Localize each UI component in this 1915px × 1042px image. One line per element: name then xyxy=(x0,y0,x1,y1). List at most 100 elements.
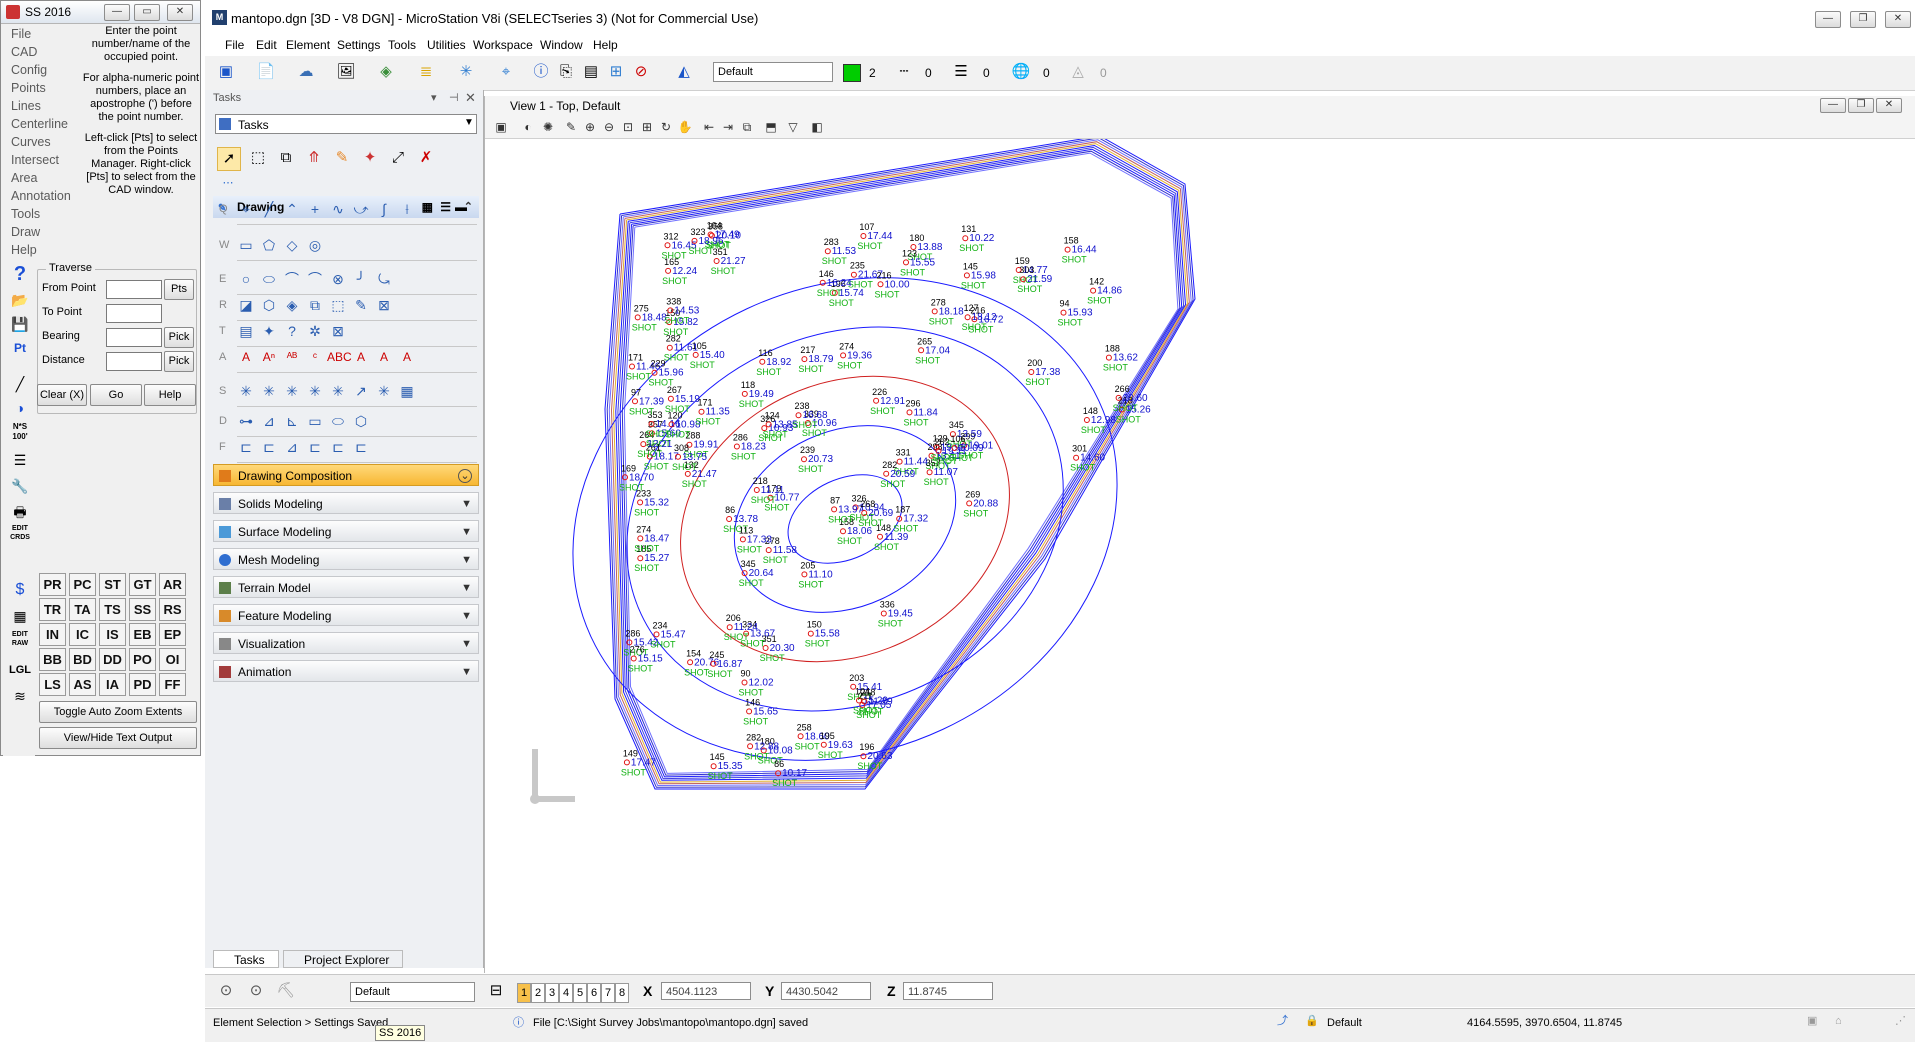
section-terrain-model[interactable]: Terrain Model ▼ xyxy=(213,576,479,598)
active-level-select[interactable]: Default xyxy=(713,62,833,82)
drawing-tool-icon[interactable]: ᴬᴮ xyxy=(281,346,303,368)
view-list-icon[interactable]: ☰ xyxy=(440,196,451,218)
edit-raw-icon[interactable]: EDIT RAW xyxy=(6,629,34,655)
section-visualization[interactable]: Visualization ▼ xyxy=(213,632,479,654)
survey-point-marker[interactable] xyxy=(850,271,857,278)
y-coordinate-field[interactable]: 4430.5042 xyxy=(781,982,871,1000)
tab-tasks[interactable]: Tasks xyxy=(213,950,279,968)
menu-tools[interactable]: Tools xyxy=(388,36,416,54)
line-icon[interactable]: ╱ xyxy=(6,371,34,397)
drawing-tool-icon[interactable]: ⟊ xyxy=(396,198,418,220)
survey-point-marker[interactable] xyxy=(918,347,925,354)
chevron-down-icon[interactable]: ▼ xyxy=(461,493,472,515)
collapse-icon[interactable]: ⌃ xyxy=(464,196,473,218)
drawing-tool-icon[interactable]: ⊠ xyxy=(373,294,395,316)
code-button[interactable]: PO xyxy=(129,648,156,671)
code-button[interactable]: DD xyxy=(99,648,126,671)
view-button-3[interactable]: 3 xyxy=(545,983,559,1003)
survey-point-marker[interactable] xyxy=(840,352,847,359)
section-mesh-modeling[interactable]: Mesh Modeling ▼ xyxy=(213,548,479,570)
points-icon[interactable]: Pt xyxy=(6,335,34,361)
survey-point-marker[interactable] xyxy=(795,412,802,419)
toggle-auto-zoom-button[interactable]: Toggle Auto Zoom Extents xyxy=(39,701,197,723)
survey-point-marker[interactable] xyxy=(759,358,766,365)
survey-point-marker[interactable] xyxy=(906,409,913,416)
drawing-tool-icon[interactable]: A xyxy=(373,346,395,368)
edit-crds-icon[interactable]: EDIT CRDS xyxy=(6,523,34,549)
survey-point-marker[interactable] xyxy=(637,499,644,506)
code-button[interactable]: RS xyxy=(159,598,186,621)
priority-value[interactable]: 0 xyxy=(1100,66,1107,80)
drawing-tool-icon[interactable]: ⊠ xyxy=(327,320,349,342)
drawing-tool-icon[interactable]: ⊿ xyxy=(258,410,280,432)
drawing-tool-icon[interactable]: ✲ xyxy=(304,320,326,342)
survey-point-marker[interactable] xyxy=(801,456,807,463)
survey-point-marker[interactable] xyxy=(666,344,673,351)
active-color-number[interactable]: 2 xyxy=(869,66,876,80)
code-button[interactable]: ST xyxy=(99,573,126,596)
accudraw-icon[interactable]: ⌖ xyxy=(495,61,517,83)
survey-point-marker[interactable] xyxy=(665,267,672,274)
x-coordinate-field[interactable]: 4504.1123 xyxy=(661,982,751,1000)
pts-button[interactable]: Pts xyxy=(164,279,194,300)
ss-menu-lines[interactable]: Lines xyxy=(1,97,81,115)
survey-point-marker[interactable] xyxy=(637,535,644,542)
code-button[interactable]: AR xyxy=(159,573,186,596)
render-icon[interactable]: ✺ xyxy=(540,119,556,135)
window-area-icon[interactable]: ⊡ xyxy=(620,119,636,135)
fit-view-icon[interactable]: ⊞ xyxy=(639,119,655,135)
survey-point-marker[interactable] xyxy=(1028,369,1035,375)
bearing-input[interactable] xyxy=(106,328,162,347)
north-south-icon[interactable]: N*S 100' xyxy=(6,421,34,447)
saved-view-select[interactable]: Default xyxy=(350,982,475,1002)
from-point-input[interactable] xyxy=(106,280,162,299)
survey-point-marker[interactable] xyxy=(710,763,717,770)
ss-menu-curves[interactable]: Curves xyxy=(1,133,81,151)
code-button[interactable]: PC xyxy=(69,573,96,596)
survey-point-marker[interactable] xyxy=(1064,246,1071,253)
tasks-menu-icon[interactable]: ▾ xyxy=(431,91,437,104)
raster-icon[interactable]: 🖼 xyxy=(335,61,357,83)
survey-point-marker[interactable] xyxy=(634,314,641,321)
drawing-tool-icon[interactable]: ◈ xyxy=(281,294,303,316)
survey-point-marker[interactable] xyxy=(667,395,674,402)
ss-menu-tools[interactable]: Tools xyxy=(1,205,81,223)
survey-point-marker[interactable] xyxy=(860,233,867,239)
ss-menu-file[interactable]: File xyxy=(1,25,81,43)
chevron-down-icon[interactable]: ▼ xyxy=(461,549,472,571)
transparency-value[interactable]: 0 xyxy=(1043,66,1050,80)
open-folder-icon[interactable]: 📂 xyxy=(6,287,34,313)
view-previous-icon[interactable]: ⇤ xyxy=(701,119,717,135)
survey-point-marker[interactable] xyxy=(824,248,831,255)
dollar-icon[interactable]: $ xyxy=(6,577,34,603)
status-level[interactable]: Default xyxy=(1327,1016,1362,1030)
layers-icon[interactable]: ≋ xyxy=(6,683,34,709)
zoom-in-icon[interactable]: ⊕ xyxy=(582,119,598,135)
snap-icon[interactable]: ✳ xyxy=(455,61,477,83)
survey-point-marker[interactable] xyxy=(741,390,748,397)
drawing-tool-icon[interactable]: ⬭ xyxy=(258,268,280,290)
survey-point-marker[interactable] xyxy=(801,356,808,363)
code-button[interactable]: LS xyxy=(39,673,66,696)
survey-point-marker[interactable] xyxy=(698,408,705,415)
drawing-tool-icon[interactable]: ⬭ xyxy=(327,410,349,432)
view-button-4[interactable]: 4 xyxy=(559,983,573,1003)
survey-point-marker[interactable] xyxy=(623,759,630,766)
section-drawing-composition[interactable]: Drawing Composition ⌄ xyxy=(213,464,479,486)
menu-help[interactable]: Help xyxy=(593,36,618,54)
chevron-down-icon[interactable]: ▼ xyxy=(461,661,472,683)
survey-point-marker[interactable] xyxy=(964,314,971,321)
drawing-tool-icon[interactable]: ▭ xyxy=(304,410,326,432)
update-view-icon[interactable]: ✎ xyxy=(563,119,579,135)
drawing-tool-icon[interactable]: ABC xyxy=(327,346,352,368)
drawing-tool-icon[interactable]: ⊏ xyxy=(258,436,280,458)
survey-point-marker[interactable] xyxy=(1060,309,1067,316)
view-minimize-button[interactable]: — xyxy=(1820,98,1846,113)
camera-icon[interactable]: ▽ xyxy=(785,119,801,135)
survey-point-marker[interactable] xyxy=(1073,454,1080,461)
copy-icon[interactable]: ⧉ xyxy=(275,147,297,169)
level-display-icon[interactable]: ◭ xyxy=(673,61,695,83)
line-weight-value[interactable]: 0 xyxy=(983,66,990,80)
drawing-tool-icon[interactable]: ▦ xyxy=(396,380,418,402)
close-button[interactable]: ✕ xyxy=(167,4,193,21)
